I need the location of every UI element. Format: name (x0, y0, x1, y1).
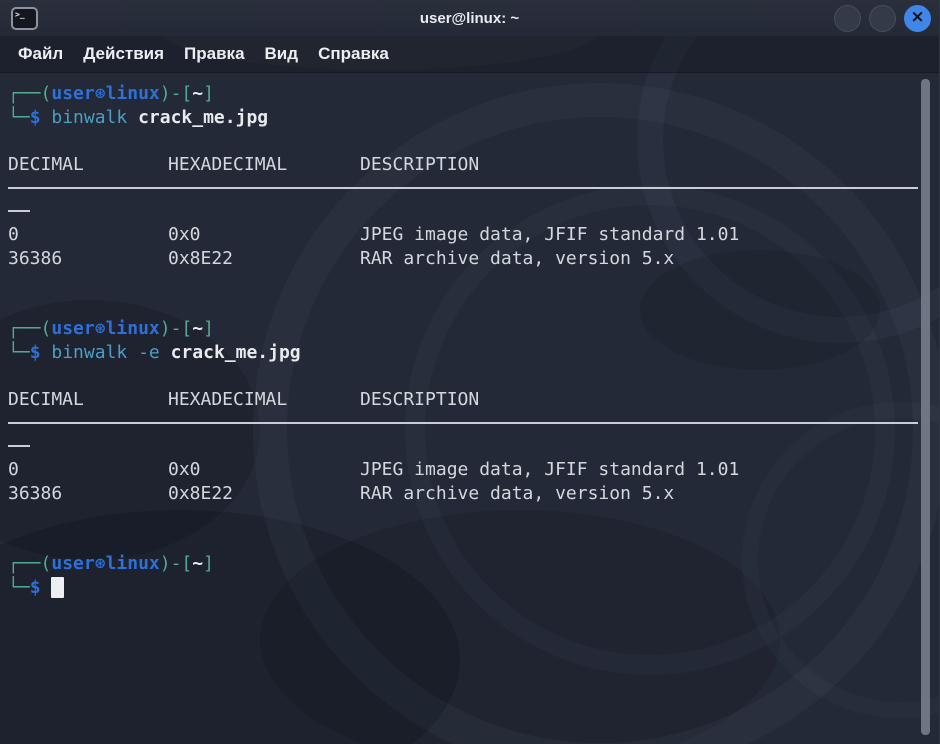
output-cell: 36386 (8, 247, 168, 271)
terminal-window: >_ user@linux: ~ × Файл Действия Правка … (0, 0, 940, 744)
terminal-text: crack_me.jpg (138, 106, 268, 130)
output-cell: DECIMAL (8, 388, 168, 412)
terminal-text: binwalk (51, 341, 138, 365)
terminal-text: user (51, 552, 94, 576)
terminal-output[interactable]: ┌──(user⊛linux)-[~]└─$ binwalk crack_me.… (0, 73, 939, 744)
terminal-text (41, 576, 52, 600)
terminal-text: ┌──( (8, 552, 51, 576)
menu-item-actions[interactable]: Действия (73, 40, 174, 68)
terminal-text: └─ (8, 341, 30, 365)
terminal-text: linux (106, 82, 160, 106)
terminal-line (8, 200, 919, 224)
output-cell: 0x0 (168, 223, 360, 247)
terminal-text: $ (30, 341, 41, 365)
terminal-text: └─ (8, 106, 30, 130)
output-cell: JPEG image data, JFIF standard 1.01 (360, 223, 919, 247)
terminal-text: binwalk (51, 106, 138, 130)
close-button[interactable]: × (904, 5, 931, 32)
terminal-line (8, 435, 919, 459)
separator-rule (8, 445, 30, 447)
output-cell: 0 (8, 223, 168, 247)
terminal-icon: >_ (11, 7, 38, 30)
output-row: DECIMALHEXADECIMALDESCRIPTION (8, 153, 919, 177)
terminal-text: )-[ (160, 552, 193, 576)
terminal-icon-glyph: >_ (13, 9, 25, 19)
maximize-button[interactable] (869, 5, 896, 32)
terminal-line (8, 176, 919, 200)
terminal-line (8, 270, 919, 294)
separator-rule (8, 187, 918, 189)
terminal-line (8, 505, 919, 529)
output-cell: HEXADECIMAL (168, 153, 360, 177)
output-row: 00x0JPEG image data, JFIF standard 1.01 (8, 458, 919, 482)
output-row: DECIMALHEXADECIMALDESCRIPTION (8, 388, 919, 412)
output-cell: HEXADECIMAL (168, 388, 360, 412)
terminal-text: ⊛ (95, 552, 106, 576)
output-cell: RAR archive data, version 5.x (360, 247, 919, 271)
terminal-text: ⊛ (95, 82, 106, 106)
menu-item-help[interactable]: Справка (308, 40, 399, 68)
menu-item-file[interactable]: Файл (8, 40, 73, 68)
output-cell: DESCRIPTION (360, 388, 919, 412)
output-cell: 0 (8, 458, 168, 482)
separator-rule (8, 422, 918, 424)
titlebar[interactable]: >_ user@linux: ~ × (0, 0, 939, 36)
terminal-text: ] (203, 82, 214, 106)
output-cell: 0x8E22 (168, 247, 360, 271)
output-cell: RAR archive data, version 5.x (360, 482, 919, 506)
terminal-text: user (51, 317, 94, 341)
output-row: 363860x8E22RAR archive data, version 5.x (8, 247, 919, 271)
output-row: 363860x8E22RAR archive data, version 5.x (8, 482, 919, 506)
terminal-text: ┌──( (8, 82, 51, 106)
minimize-button[interactable] (834, 5, 861, 32)
terminal-line (8, 129, 919, 153)
terminal-line: └─$ binwalk crack_me.jpg (8, 106, 919, 130)
terminal-text: )-[ (160, 82, 193, 106)
scrollbar-thumb[interactable] (921, 79, 930, 735)
terminal-text: ~ (192, 552, 203, 576)
menu-item-view[interactable]: Вид (255, 40, 309, 68)
output-cell: DESCRIPTION (360, 153, 919, 177)
terminal-text: ] (203, 317, 214, 341)
output-cell: 0x8E22 (168, 482, 360, 506)
terminal-text: $ (30, 576, 41, 600)
terminal-text: -e (138, 341, 171, 365)
terminal-line (8, 294, 919, 318)
terminal-text: linux (106, 552, 160, 576)
terminal-text: $ (30, 106, 41, 130)
terminal-line: ┌──(user⊛linux)-[~] (8, 552, 919, 576)
terminal-line (8, 364, 919, 388)
terminal-text: ┌──( (8, 317, 51, 341)
window-title: user@linux: ~ (0, 0, 939, 36)
terminal-text: └─ (8, 576, 30, 600)
terminal-line (8, 529, 919, 553)
terminal-line: └─$ binwalk -e crack_me.jpg (8, 341, 919, 365)
terminal-line: ┌──(user⊛linux)-[~] (8, 317, 919, 341)
terminal-text: ~ (192, 317, 203, 341)
output-cell: DECIMAL (8, 153, 168, 177)
terminal-text (41, 106, 52, 130)
terminal-line: ┌──(user⊛linux)-[~] (8, 82, 919, 106)
output-cell: 36386 (8, 482, 168, 506)
terminal-text: )-[ (160, 317, 193, 341)
output-row: 00x0JPEG image data, JFIF standard 1.01 (8, 223, 919, 247)
terminal-line: └─$ (8, 576, 919, 600)
menu-item-edit[interactable]: Правка (174, 40, 254, 68)
terminal-text: linux (106, 317, 160, 341)
terminal-line (8, 411, 919, 435)
output-cell: JPEG image data, JFIF standard 1.01 (360, 458, 919, 482)
terminal-cursor (51, 577, 64, 598)
terminal-text: user (51, 82, 94, 106)
terminal-text: crack_me.jpg (171, 341, 301, 365)
terminal-text (41, 341, 52, 365)
terminal-text: ] (203, 552, 214, 576)
separator-rule (8, 210, 30, 212)
terminal-text: ~ (192, 82, 203, 106)
menubar: Файл Действия Правка Вид Справка (0, 36, 939, 73)
output-cell: 0x0 (168, 458, 360, 482)
window-controls: × (834, 5, 931, 32)
close-icon: × (910, 9, 924, 26)
terminal-text: ⊛ (95, 317, 106, 341)
